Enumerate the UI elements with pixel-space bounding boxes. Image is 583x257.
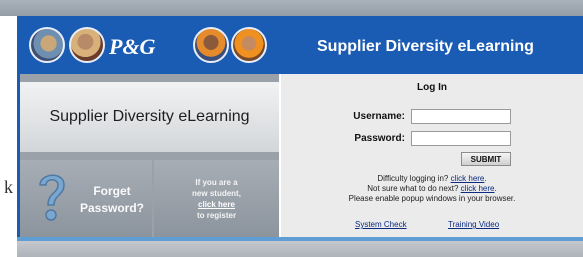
- training-video-link[interactable]: Training Video: [448, 220, 499, 229]
- forget-password-button[interactable]: Forget Password?: [20, 160, 152, 237]
- login-help-text: Difficulty logging in? click here. Not s…: [281, 174, 583, 204]
- help-line-2-end: .: [494, 184, 497, 193]
- new-student-line2: new student,: [192, 188, 241, 198]
- question-mark-icon: [39, 174, 65, 221]
- left-panel: Supplier Diversity eLearning Forget Pass…: [20, 74, 279, 237]
- register-link[interactable]: click here: [198, 199, 235, 210]
- next-steps-click-here-link[interactable]: click here: [461, 184, 495, 193]
- new-student-register: If you are a new student, click here to …: [154, 160, 279, 237]
- banner: Supplier Diversity eLearning: [20, 82, 279, 152]
- system-check-link[interactable]: System Check: [355, 220, 407, 229]
- login-panel: Log In Username: Password: SUBMIT Diffic…: [281, 74, 583, 237]
- difficulty-click-here-link[interactable]: click here: [451, 174, 485, 183]
- forget-password-line1: Forget: [93, 184, 131, 198]
- banner-title: Supplier Diversity eLearning: [49, 108, 250, 125]
- password-label: Password:: [354, 133, 405, 144]
- help-line-3: Please enable popup windows in your brow…: [348, 194, 516, 203]
- help-line-2-text: Not sure what to do next?: [367, 184, 461, 193]
- username-input[interactable]: [411, 109, 511, 124]
- password-input[interactable]: [411, 131, 511, 146]
- forget-password-label: Forget Password?: [76, 183, 148, 217]
- new-student-line4: to register: [196, 210, 237, 220]
- page-bottom-bar: [17, 241, 583, 257]
- header-photo-2: [69, 27, 105, 63]
- new-student-line1: If you are a: [195, 177, 238, 187]
- forget-password-line2: Password?: [79, 201, 145, 215]
- help-line-1: Difficulty logging in? click here.: [281, 174, 583, 184]
- username-label: Username:: [353, 111, 405, 122]
- header-photo-1: [29, 27, 65, 63]
- header-photo-4: [231, 27, 267, 63]
- top-bar: [0, 0, 583, 16]
- help-line-1-text: Difficulty logging in?: [377, 174, 451, 183]
- header-photo-3: [193, 27, 229, 63]
- submit-button[interactable]: SUBMIT: [461, 152, 511, 166]
- help-line-2: Not sure what to do next? click here.: [281, 184, 583, 194]
- system-check-wrap: System Check: [355, 220, 407, 229]
- cutoff-text-fragment: k: [4, 177, 13, 197]
- header-title: Supplier Diversity eLearning: [317, 38, 534, 55]
- login-title: Log In: [417, 82, 447, 93]
- page-header: P&G Supplier Diversity eLearning: [17, 16, 583, 74]
- pg-logo: P&G: [109, 34, 156, 59]
- training-video-wrap: Training Video: [448, 220, 499, 229]
- help-line-1-end: .: [484, 174, 487, 183]
